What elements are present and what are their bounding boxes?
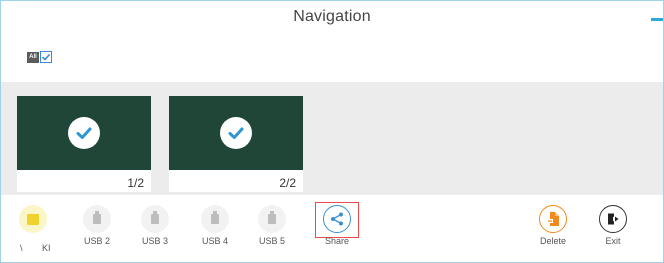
edge-handle[interactable]: [651, 18, 663, 21]
toolbar-item-usb4[interactable]: USB 4: [191, 205, 239, 246]
toolbar-item-local[interactable]: [9, 205, 57, 233]
toolbar-item-usb3[interactable]: USB 3: [131, 205, 179, 246]
exit-icon: [599, 205, 627, 233]
share-button[interactable]: Share: [313, 205, 361, 246]
checkmark-icon: [76, 127, 92, 139]
navigation-window: Navigation All 1/2 2/2 \ KI USB 2 USB 3 …: [0, 0, 664, 263]
share-icon: [323, 205, 351, 233]
checkmark-icon: [41, 53, 51, 61]
usb-drive-icon: [83, 205, 111, 233]
toolbar-label: USB 4: [201, 236, 228, 246]
page-thumbnail[interactable]: 2/2: [169, 96, 303, 192]
usb-drive-icon: [141, 205, 169, 233]
toolbar-label: Delete: [539, 236, 566, 246]
toolbar-item-usb2[interactable]: USB 2: [73, 205, 121, 246]
selected-check-icon[interactable]: [220, 117, 252, 149]
usb-drive-icon: [258, 205, 286, 233]
delete-icon: [539, 205, 567, 233]
page-number: 1/2: [127, 176, 144, 190]
folder-icon: [19, 205, 47, 233]
delete-button[interactable]: Delete: [529, 205, 577, 246]
toolbar-label: Share: [324, 236, 350, 246]
bottom-toolbar: \ KI USB 2 USB 3 USB 4 USB 5 Share Delet…: [1, 200, 663, 262]
thumbnail-image: [17, 96, 151, 170]
partial-label: \: [20, 243, 23, 253]
select-all-checkbox[interactable]: [40, 51, 52, 63]
exit-button[interactable]: Exit: [589, 205, 637, 246]
toolbar-item-usb5[interactable]: USB 5: [248, 205, 296, 246]
toolbar-label: Exit: [605, 236, 621, 246]
all-badge: All: [27, 51, 39, 63]
page-title: Navigation: [293, 8, 371, 25]
page-number: 2/2: [279, 176, 296, 190]
select-all-control[interactable]: All: [27, 51, 52, 63]
selected-check-icon[interactable]: [68, 117, 100, 149]
checkmark-icon: [228, 127, 244, 139]
toolbar-label: USB 2: [83, 236, 110, 246]
partial-label: KI: [42, 243, 51, 253]
page-gallery: 1/2 2/2: [1, 82, 663, 195]
page-thumbnail[interactable]: 1/2: [17, 96, 151, 192]
toolbar-label: USB 5: [258, 236, 285, 246]
toolbar-label: USB 3: [141, 236, 168, 246]
usb-drive-icon: [201, 205, 229, 233]
thumbnail-image: [169, 96, 303, 170]
